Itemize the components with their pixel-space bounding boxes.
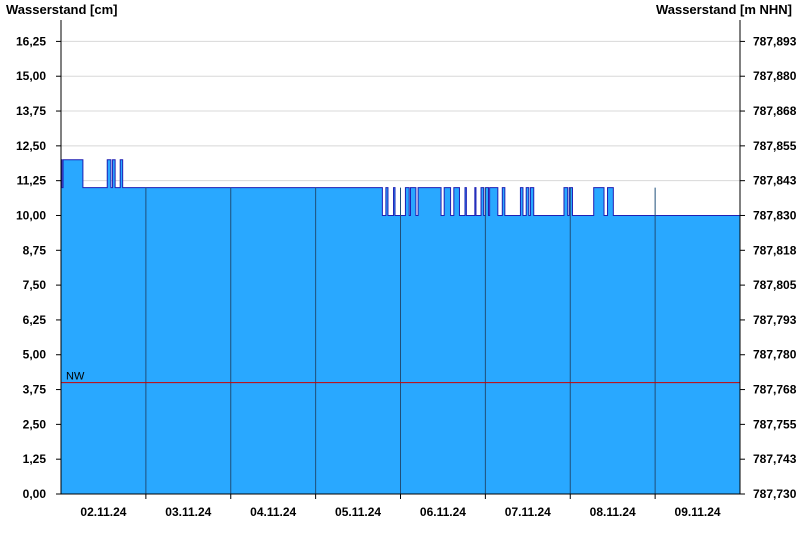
right-tick-label: 787,818 (753, 243, 797, 257)
x-tick-label: 08.11.24 (590, 505, 636, 519)
left-tick-label: 16,25 (16, 34, 46, 48)
left-axis-title: Wasserstand [cm] (6, 2, 118, 17)
left-tick-label: 0,00 (23, 487, 47, 501)
left-tick-label: 8,75 (23, 243, 47, 257)
right-tick-label: 787,893 (753, 34, 797, 48)
right-tick-label: 787,730 (753, 487, 797, 501)
right-tick-label: 787,805 (753, 278, 797, 292)
right-axis-title: Wasserstand [m NHN] (656, 2, 792, 17)
x-tick-label: 05.11.24 (335, 505, 381, 519)
x-tick-label: 06.11.24 (420, 505, 466, 519)
right-tick-label: 787,855 (753, 139, 797, 153)
x-tick-label: 03.11.24 (165, 505, 211, 519)
left-y-ticks: 0,00 1,25 2,50 3,75 5,00 6,25 7,50 8,75 10,00 11,… (16, 34, 61, 501)
right-tick-label: 787,868 (753, 104, 797, 118)
left-tick-label: 13,75 (16, 104, 46, 118)
left-tick-label: 2,50 (23, 417, 47, 431)
x-tick-label: 07.11.24 (505, 505, 551, 519)
x-ticks: 02.11.24 03.11.24 04.11.24 05.11.24 06.11.24… (80, 494, 721, 519)
right-tick-label: 787,780 (753, 348, 797, 362)
left-tick-label: 5,00 (23, 348, 47, 362)
right-tick-label: 787,793 (753, 313, 797, 327)
left-tick-label: 1,25 (23, 452, 47, 466)
left-tick-label: 11,25 (17, 174, 47, 188)
water-level-chart: Wasserstand [cm] Wasserstand [m NHN] NW … (6, 2, 797, 519)
left-tick-label: 7,50 (23, 278, 47, 292)
right-tick-label: 787,755 (753, 417, 797, 431)
x-tick-label: 09.11.24 (675, 505, 721, 519)
right-tick-label: 787,743 (753, 452, 797, 466)
right-tick-label: 787,830 (753, 208, 797, 222)
right-tick-label: 787,768 (753, 383, 797, 397)
right-tick-label: 787,843 (753, 174, 797, 188)
x-tick-label: 04.11.24 (250, 505, 296, 519)
left-tick-label: 15,00 (16, 69, 46, 83)
threshold-label: NW (66, 371, 85, 383)
left-tick-label: 10,00 (16, 208, 46, 222)
left-tick-label: 3,75 (23, 383, 47, 397)
right-tick-label: 787,880 (753, 69, 797, 83)
left-tick-label: 12,50 (16, 139, 46, 153)
x-tick-label: 02.11.24 (80, 505, 126, 519)
left-tick-label: 6,25 (23, 313, 47, 327)
right-y-ticks: 787,730 787,743 787,755 787,768 787,780 787,7… (740, 34, 797, 501)
